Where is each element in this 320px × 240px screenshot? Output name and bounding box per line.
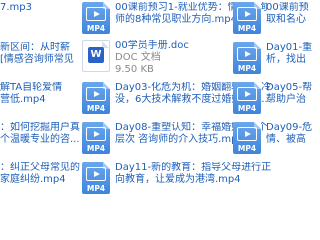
- file-item[interactable]: MP4 Day11-新的教育：指导父母进行正 向教育，让爱成为港湾.mp4: [82, 162, 271, 196]
- video-file-icon: MP4: [233, 2, 261, 34]
- file-type-label: MP4: [237, 104, 257, 113]
- file-type-meta: DOC 文档: [115, 52, 161, 63]
- file-name-line: 向教育，让爱成为港湾.mp4: [115, 174, 241, 185]
- file-name: Day01-重 析，找出: [266, 42, 312, 66]
- file-name-line: 家庭纠纷.mp4: [0, 174, 66, 185]
- file-item[interactable]: W 00学员手册.doc DOC 文档 9.50 KB: [82, 40, 232, 80]
- file-name-line: 7.mp3: [0, 2, 32, 13]
- file-item[interactable]: MP4 Day03-化危为机：婚姻翻转的契冷 没，6大技术解救不度过婚姻危机..…: [82, 82, 271, 116]
- file-name: Day11-新的教育：指导父母进行正 向教育，让爱成为港湾.mp4: [115, 162, 271, 186]
- doc-file-icon: W: [82, 40, 110, 72]
- file-name-line: [情感咨询师常见: [0, 54, 74, 65]
- file-name-line: ：如何挖掘用户真: [0, 122, 80, 133]
- file-name: 解TA自轮爱情 营低.mp4: [0, 82, 62, 106]
- file-grid: 7.mp3 MP4 00课前预习1-就业优势：情感咨询 师的8种常见职业方向.m…: [0, 0, 312, 200]
- file-name-line: 00课前预: [266, 2, 309, 13]
- file-name: Day05-帮 帮助户治: [266, 82, 312, 106]
- file-name-line: Day01-重: [266, 42, 313, 53]
- file-type-label: MP4: [86, 144, 106, 153]
- file-name: 新区间：从时薪 [情感咨询师常见: [0, 42, 74, 66]
- video-file-icon: MP4: [233, 82, 261, 114]
- video-file-icon: MP4: [82, 122, 110, 154]
- file-name: 00学员手册.doc DOC 文档 9.50 KB: [115, 40, 189, 76]
- file-name-line: 帮助户治: [266, 94, 306, 105]
- file-type-label: MP4: [237, 64, 257, 73]
- file-type-label: MP4: [237, 144, 257, 153]
- word-icon: W: [88, 47, 104, 63]
- file-name-line: 营低.mp4: [0, 94, 46, 105]
- file-name: ：纠正父母常见的 家庭纠纷.mp4: [0, 162, 80, 186]
- file-item[interactable]: 新区间：从时薪 [情感咨询师常见: [0, 42, 78, 76]
- file-name-line: 取和名心: [266, 14, 306, 25]
- file-item[interactable]: ：如何挖掘用户真 个温暖专业的咨...: [0, 122, 80, 156]
- file-name-line: 情、被高: [266, 134, 306, 145]
- file-name: 00课前预 取和名心: [266, 2, 309, 26]
- file-item-partial[interactable]: 7.mp3: [0, 2, 60, 36]
- file-size-meta: 9.50 KB: [115, 64, 154, 75]
- file-type-label: MP4: [237, 24, 257, 33]
- file-item[interactable]: MP4 Day01-重 析，找出: [233, 42, 312, 76]
- video-file-icon: MP4: [233, 42, 261, 74]
- file-name-line: 解TA自轮爱情: [0, 82, 63, 93]
- file-item[interactable]: ：纠正父母常见的 家庭纠纷.mp4: [0, 162, 80, 196]
- video-file-icon: MP4: [233, 122, 261, 154]
- file-name-line: ：纠正父母常见的: [0, 162, 80, 173]
- file-name: 7.mp3: [0, 2, 32, 14]
- file-name-line: Day09-危: [266, 122, 313, 133]
- file-type-label: MP4: [86, 104, 106, 113]
- file-name: Day09-危 情、被高: [266, 122, 312, 146]
- file-name-line: 新区间：从时薪: [0, 42, 70, 53]
- file-type-label: MP4: [86, 24, 106, 33]
- file-item[interactable]: MP4 00课前预习1-就业优势：情感咨询 师的8种常见职业方向.mp4: [82, 2, 268, 36]
- file-type-label: MP4: [86, 184, 106, 193]
- file-item[interactable]: 解TA自轮爱情 营低.mp4: [0, 82, 78, 116]
- file-name-line: 个温暖专业的咨...: [0, 134, 80, 145]
- file-item[interactable]: MP4 Day09-危 情、被高: [233, 122, 312, 156]
- file-name-line: 00学员手册.doc: [115, 40, 189, 51]
- file-name-line: Day11-新的教育：指导父母进行正: [115, 162, 272, 173]
- video-file-icon: MP4: [82, 82, 110, 114]
- file-item[interactable]: MP4 Day05-帮 帮助户治: [233, 82, 312, 116]
- video-file-icon: MP4: [82, 162, 110, 194]
- file-item[interactable]: MP4 Day08-重塑认知：幸福婚姻的3个 层次 咨询师的介入技巧.mp4: [82, 122, 267, 156]
- file-name: ：如何挖掘用户真 个温暖专业的咨...: [0, 122, 80, 146]
- file-name-line: Day05-帮: [266, 82, 313, 93]
- file-name-line: 析，找出: [266, 54, 306, 65]
- file-item[interactable]: MP4 00课前预 取和名心: [233, 2, 309, 36]
- video-file-icon: MP4: [82, 2, 110, 34]
